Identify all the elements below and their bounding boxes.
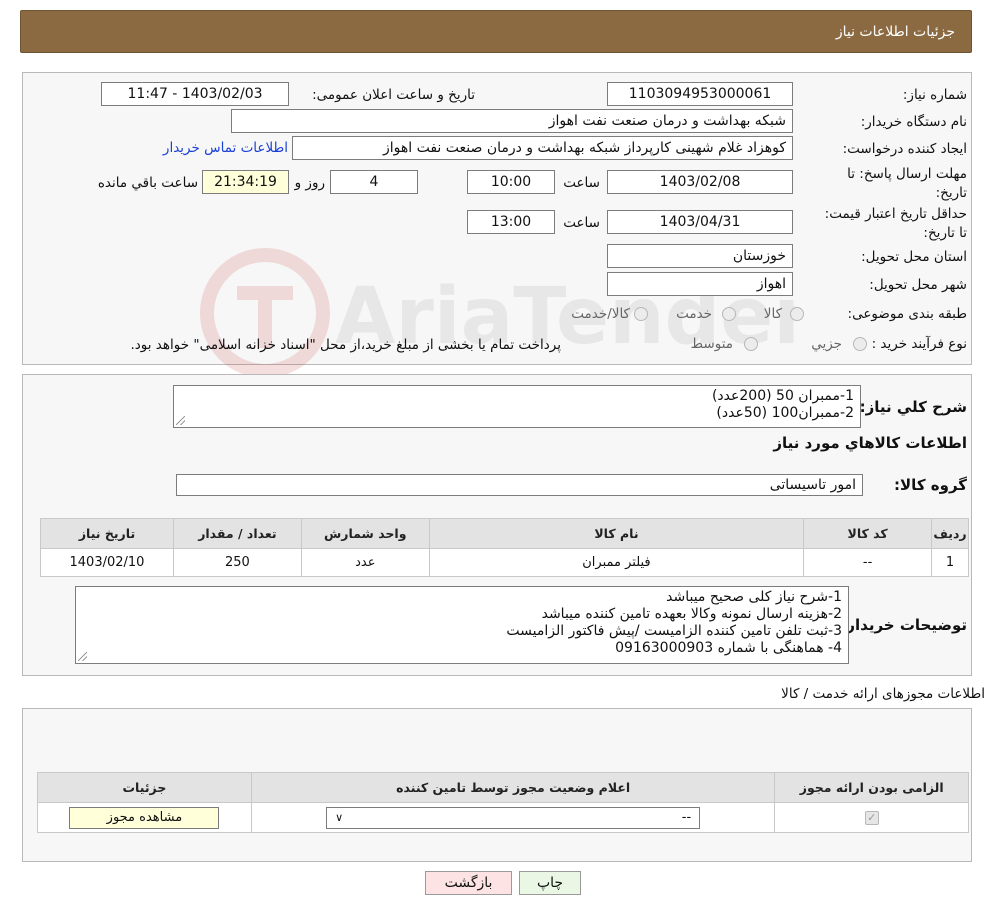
need-number-label: شماره نیاز:	[902, 87, 967, 103]
page-header: جزئیات اطلاعات نیاز	[20, 10, 972, 53]
purchase-radio-medium[interactable]	[744, 337, 758, 351]
license-details-cell: مشاهده مجوز	[37, 802, 252, 833]
creator-field: کوهزاد غلام شهینی کارپرداز شبکه بهداشت و…	[292, 136, 793, 160]
cell-name: فیلتر ممبران	[428, 548, 805, 577]
deadline-time-label: ساعت	[563, 175, 600, 191]
days-remaining-field: 4	[330, 170, 418, 194]
validity-label: حداقل تاریخ اعتبار قیمت: تا تاریخ:	[824, 206, 967, 241]
col-date: تاریخ نیاز	[40, 518, 174, 549]
purchase-note: پرداخت تمام یا بخشی از مبلغ خرید،از محل …	[130, 337, 561, 353]
table-row: ✓ -- ∨ مشاهده مجوز	[37, 802, 969, 833]
view-license-button[interactable]: مشاهده مجوز	[69, 806, 220, 829]
back-button[interactable]: بازگشت	[425, 871, 512, 895]
table-row: 1 -- فیلتر ممبران عدد 250 1403/02/10	[40, 548, 969, 577]
remaining-time-label: ساعت باقي مانده	[97, 175, 198, 191]
deadline-time-field: 10:00	[467, 170, 555, 194]
col-license-status: اعلام وضعیت مجوز توسط تامین کننده	[250, 772, 776, 803]
purchase-medium-label: متوسط	[690, 336, 733, 352]
licenses-table-header: الزامی بودن ارائه مجوز اعلام وضعیت مجوز …	[37, 772, 969, 803]
goods-table: ردیف کد کالا نام کالا واحد شمارش تعداد /…	[40, 518, 969, 577]
col-qty: تعداد / مقدار	[172, 518, 302, 549]
city-label: شهر محل تحویل:	[869, 277, 967, 293]
cell-qty: 250	[172, 548, 302, 577]
validity-date-field: 1403/04/31	[607, 210, 793, 234]
category-radio-goods[interactable]	[790, 307, 804, 321]
buyer-note-line-3: 3-ثبت تلفن تامین کننده الزامیست /پیش فاک…	[506, 623, 842, 639]
summary-label: شرح کلي نیاز:	[859, 398, 967, 416]
col-code: کد کالا	[803, 518, 933, 549]
announce-date-label: تاریخ و ساعت اعلان عمومی:	[312, 87, 475, 103]
deadline-label: مهلت ارسال پاسخ: تا تاریخ:	[847, 166, 967, 201]
purchase-type-label: نوع فرآیند خرید :	[871, 336, 967, 352]
cell-date: 1403/02/10	[40, 548, 174, 577]
need-number-field: 1103094953000061	[607, 82, 793, 106]
announce-date-field: 1403/02/03 - 11:47	[101, 82, 289, 106]
deadline-date-field: 1403/02/08	[607, 170, 793, 194]
chevron-down-icon: ∨	[335, 811, 344, 824]
license-status-value: --	[681, 810, 692, 825]
goods-info-title: اطلاعات کالاهاي مورد نیاز	[773, 434, 967, 452]
license-status-cell: -- ∨	[250, 802, 776, 833]
remaining-time-field: 21:34:19	[202, 170, 289, 194]
col-row: ردیف	[931, 518, 969, 549]
purchase-radio-minor[interactable]	[853, 337, 867, 351]
city-field: اهواز	[607, 272, 793, 296]
province-field: خوزستان	[607, 244, 793, 268]
category-service-label: خدمت	[676, 306, 712, 322]
buyer-note-line-4: 4- هماهنگی با شماره 09163000903	[615, 640, 842, 656]
col-name: نام کالا	[428, 518, 805, 549]
summary-textarea[interactable]: 1-ممبران 50 (200عدد) 2-ممبران100 (50عدد)	[173, 385, 861, 428]
buyer-note-line-2: 2-هزینه ارسال نمونه وکالا بعهده تامین کن…	[541, 606, 842, 622]
summary-line-1: 1-ممبران 50 (200عدد)	[711, 388, 854, 404]
cell-unit: عدد	[300, 548, 430, 577]
creator-label: ایجاد کننده درخواست:	[842, 141, 967, 157]
resize-grip-icon[interactable]	[78, 652, 87, 661]
category-label: طبقه بندی موضوعی:	[847, 306, 967, 322]
goods-table-header: ردیف کد کالا نام کالا واحد شمارش تعداد /…	[40, 518, 969, 549]
resize-grip-icon[interactable]	[176, 416, 185, 425]
goods-group-label: گروه کالا:	[894, 476, 967, 494]
category-radio-goods-service[interactable]	[634, 307, 648, 321]
buyer-notes-label: توضیحات خریدار:	[840, 616, 967, 634]
license-status-select[interactable]: -- ∨	[326, 806, 701, 829]
purchase-minor-label: جزیي	[811, 336, 842, 352]
buyer-notes-textarea[interactable]: 1-شرح نیاز کلی صحیح میباشد 2-هزینه ارسال…	[75, 586, 849, 664]
licenses-table: الزامی بودن ارائه مجوز اعلام وضعیت مجوز …	[37, 772, 969, 833]
col-license-required: الزامی بودن ارائه مجوز	[774, 772, 969, 803]
validity-time-label: ساعت	[563, 215, 600, 231]
cell-code: --	[803, 548, 933, 577]
page-title: جزئیات اطلاعات نیاز	[835, 23, 955, 40]
cell-row: 1	[931, 548, 969, 577]
licenses-title: اطلاعات مجوزهای ارائه خدمت / کالا	[781, 686, 985, 702]
print-button[interactable]: چاپ	[519, 871, 581, 895]
buyer-note-line-1: 1-شرح نیاز کلی صحیح میباشد	[666, 589, 842, 605]
category-radio-service[interactable]	[722, 307, 736, 321]
days-label: روز و	[294, 175, 325, 191]
col-license-details: جزئیات	[37, 772, 252, 803]
validity-time-field: 13:00	[467, 210, 555, 234]
category-goods-label: کالا	[763, 306, 782, 322]
province-label: استان محل تحویل:	[861, 249, 967, 265]
buyer-contact-link[interactable]: اطلاعات تماس خریدار	[163, 140, 288, 156]
col-unit: واحد شمارش	[300, 518, 430, 549]
license-required-cell: ✓	[774, 802, 969, 833]
summary-line-2: 2-ممبران100 (50عدد)	[716, 405, 854, 421]
category-goods-service-label: کالا/خدمت	[571, 306, 630, 322]
license-required-checkbox[interactable]: ✓	[864, 810, 879, 825]
goods-group-field: امور تاسیساتی	[176, 474, 863, 496]
buyer-org-field: شبکه بهداشت و درمان صنعت نفت اهواز	[231, 109, 793, 133]
buyer-org-label: نام دستگاه خریدار:	[860, 114, 967, 130]
